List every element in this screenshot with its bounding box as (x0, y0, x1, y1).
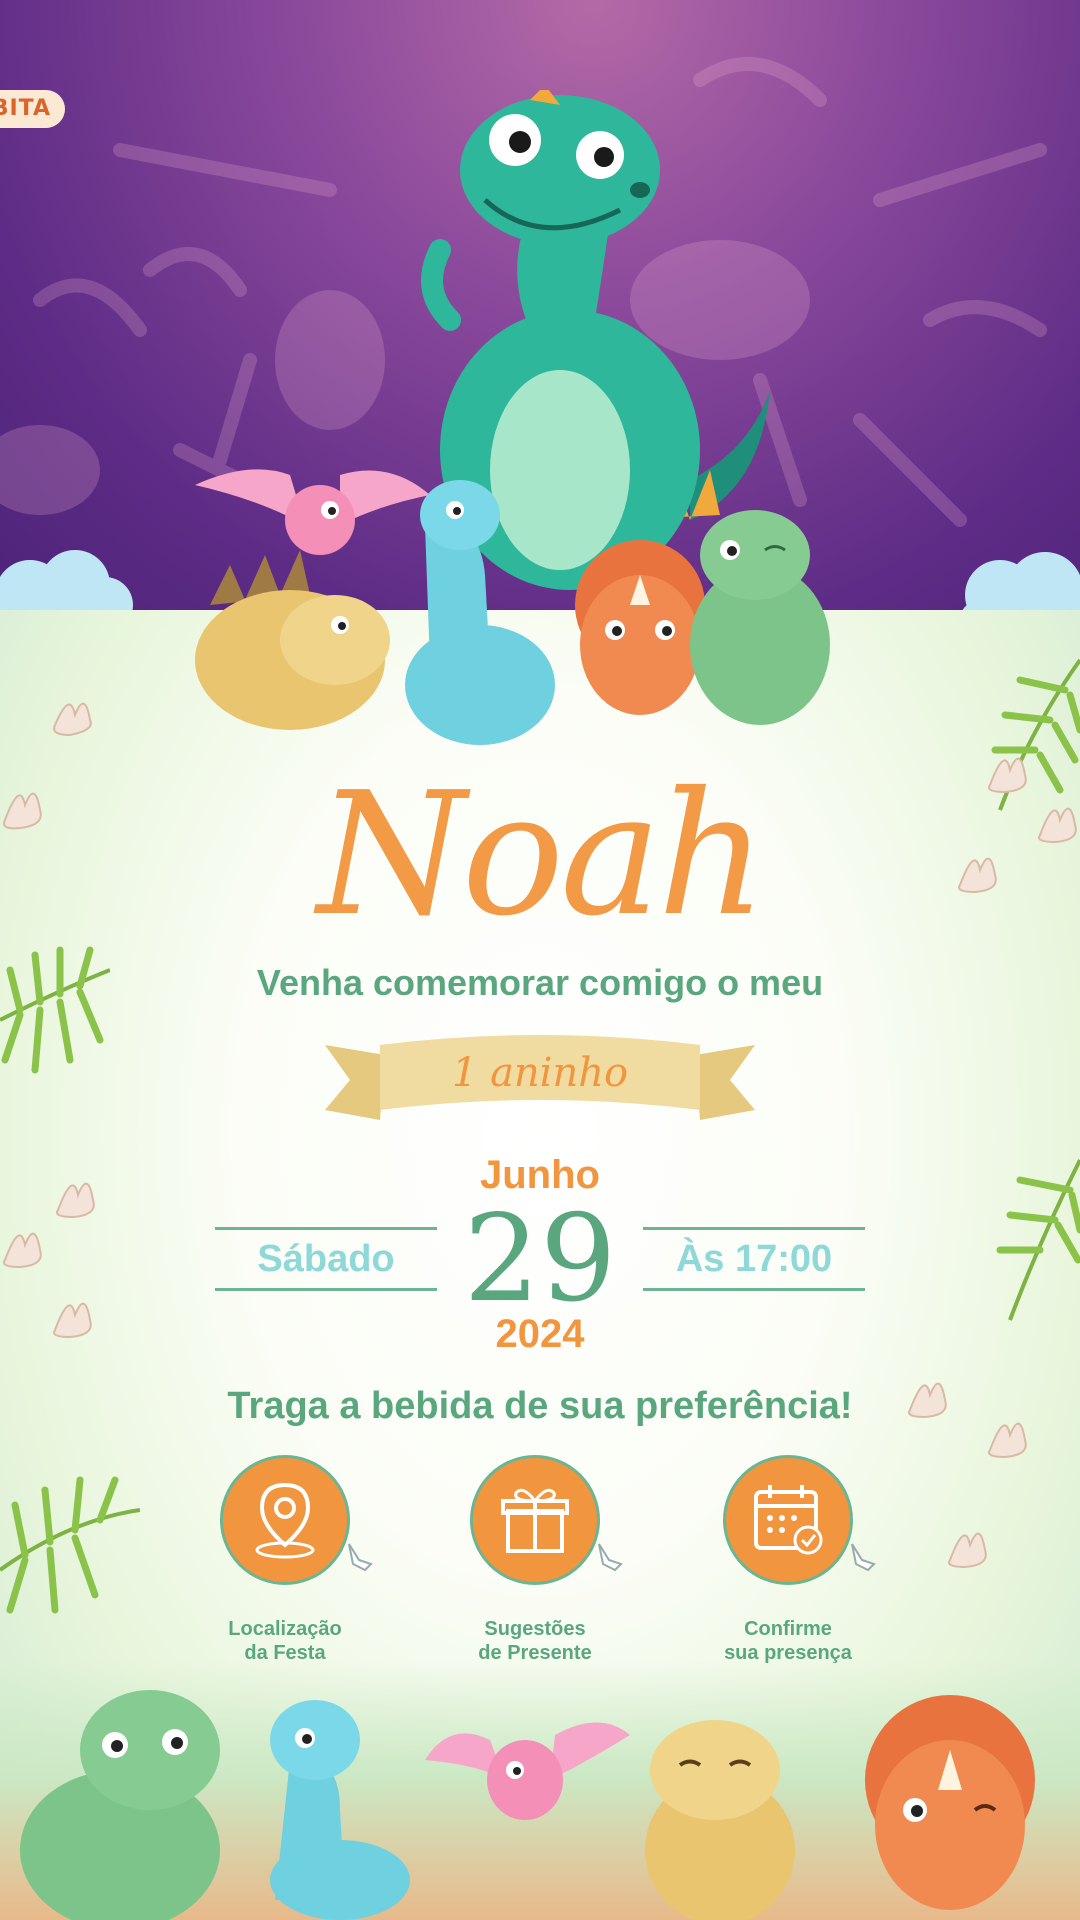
child-name-title: Noah (317, 756, 767, 954)
drink-note: Traga a bebida de sua preferência! (227, 1385, 853, 1427)
event-time: Às 17:00 (643, 1227, 865, 1291)
event-day: 29 (463, 1190, 617, 1329)
baby-dinosaurs-bottom-illustration (20, 1690, 1035, 1920)
invite-line: Venha comemorar comigo o meu (256, 962, 824, 1003)
tap-hand-icon (851, 1543, 876, 1572)
event-year: 2024 (495, 1312, 585, 1356)
map-pin-icon (255, 1482, 315, 1559)
cloud-left-illustration (0, 550, 133, 610)
age-ribbon-text: 1 aninho (451, 1050, 629, 1096)
tap-hand-icon (348, 1543, 373, 1572)
rsvp-button[interactable]: Confirme sua presença (688, 1455, 888, 1665)
cloud-right-illustration (962, 552, 1080, 610)
gift-circle[interactable] (470, 1455, 600, 1585)
brand-badge: BITA (0, 90, 65, 128)
baby-dinosaurs-top-illustration (195, 469, 830, 745)
gift-suggestions-button[interactable]: Sugestões de Presente (435, 1455, 635, 1665)
gift-icon (501, 1488, 569, 1553)
location-circle[interactable] (220, 1455, 350, 1585)
tap-hand-icon (598, 1543, 623, 1572)
rsvp-circle[interactable] (723, 1455, 853, 1585)
calendar-check-icon (754, 1485, 823, 1555)
location-button[interactable]: Localização da Festa (185, 1455, 385, 1665)
